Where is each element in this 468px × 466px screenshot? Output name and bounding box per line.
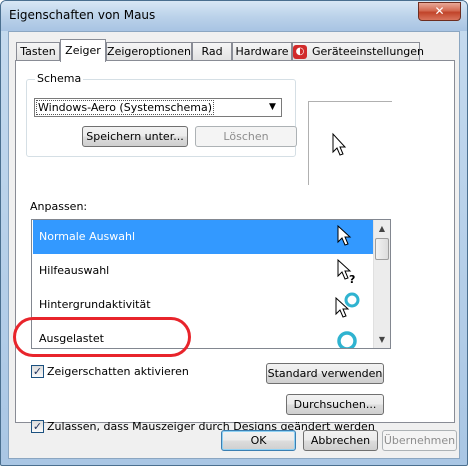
working-in-background-icon xyxy=(335,292,360,318)
schema-group: Schema Windows-Aero (Systemschema) ▼ Spe… xyxy=(26,72,297,157)
cursor-list[interactable]: Normale Auswahl Hilfeauswahl ? Hintergru… xyxy=(31,219,391,349)
pointer-shadow-option[interactable]: ✓ Zeigerschatten aktivieren xyxy=(31,364,189,378)
synaptics-icon: ◐ xyxy=(293,45,307,59)
help-pointer-icon: ? xyxy=(337,258,355,286)
dialog-client-area: Tasten Zeiger Zeigeroptionen Rad Hardwar… xyxy=(8,31,460,459)
delete-button[interactable]: Löschen xyxy=(195,126,297,147)
customize-label: Anpassen: xyxy=(30,200,88,213)
title-bar[interactable]: Eigenschaften von Maus ✕ xyxy=(1,1,467,31)
save-as-button[interactable]: Speichern unter... xyxy=(82,126,188,147)
cursor-preview xyxy=(308,101,392,185)
tab-hardware[interactable]: Hardware xyxy=(232,42,292,61)
browse-button[interactable]: Durchsuchen... xyxy=(286,394,384,415)
busy-ring-icon xyxy=(337,331,357,348)
list-item-background-activity[interactable]: Hintergrundaktivität xyxy=(33,288,374,322)
allow-themes-checkbox[interactable]: ✓ xyxy=(31,419,44,433)
chevron-down-icon: ▼ xyxy=(269,102,276,112)
scroll-thumb[interactable] xyxy=(375,238,389,260)
ok-button[interactable]: OK xyxy=(221,430,296,451)
schema-select[interactable]: Windows-Aero (Systemschema) ▼ xyxy=(34,98,282,117)
list-item-help-select[interactable]: Hilfeauswahl ? xyxy=(33,254,374,288)
tab-rad[interactable]: Rad xyxy=(192,42,232,61)
list-item-label: Ausgelastet xyxy=(39,332,104,345)
svg-text:?: ? xyxy=(349,273,355,286)
list-item-label: Hintergrundaktivität xyxy=(39,298,151,311)
scroll-up-icon[interactable]: ▲ xyxy=(374,220,390,237)
list-item-label: Normale Auswahl xyxy=(39,230,136,243)
mouse-properties-window: Eigenschaften von Maus ✕ Tasten Zeiger Z… xyxy=(0,0,468,466)
use-default-button[interactable]: Standard verwenden xyxy=(266,363,384,384)
list-item-normal-select[interactable]: Normale Auswahl xyxy=(33,220,374,254)
pointer-tab-panel: Schema Windows-Aero (Systemschema) ▼ Spe… xyxy=(15,60,455,433)
tab-bar: Tasten Zeiger Zeigeroptionen Rad Hardwar… xyxy=(16,39,456,62)
cancel-button[interactable]: Abbrechen xyxy=(303,430,378,451)
tab-geraeteeinstellungen[interactable]: ◐ Geräteeinstellungen xyxy=(292,42,424,61)
close-button[interactable]: ✕ xyxy=(418,2,461,21)
pointer-shadow-label: Zeigerschatten aktivieren xyxy=(47,364,189,378)
vertical-scrollbar[interactable]: ▲ ▼ xyxy=(373,220,390,348)
schema-select-value: Windows-Aero (Systemschema) xyxy=(35,100,215,115)
tab-tasten[interactable]: Tasten xyxy=(16,42,60,61)
arrow-pointer-icon xyxy=(337,224,352,246)
apply-button[interactable]: Übernehmen xyxy=(382,430,457,451)
window-title: Eigenschaften von Maus xyxy=(9,8,156,22)
scroll-down-icon[interactable]: ▼ xyxy=(374,331,390,348)
pointer-shadow-checkbox[interactable]: ✓ xyxy=(31,364,44,378)
tab-zeigeroptionen[interactable]: Zeigeroptionen xyxy=(106,42,192,61)
list-item-busy[interactable]: Ausgelastet xyxy=(33,322,374,348)
tab-geraeteeinstellungen-label: Geräteeinstellungen xyxy=(312,45,425,58)
tab-zeiger[interactable]: Zeiger xyxy=(60,39,106,62)
arrow-pointer-icon xyxy=(332,132,347,156)
schema-group-label: Schema xyxy=(35,72,84,85)
list-item-label: Hilfeauswahl xyxy=(39,264,110,277)
